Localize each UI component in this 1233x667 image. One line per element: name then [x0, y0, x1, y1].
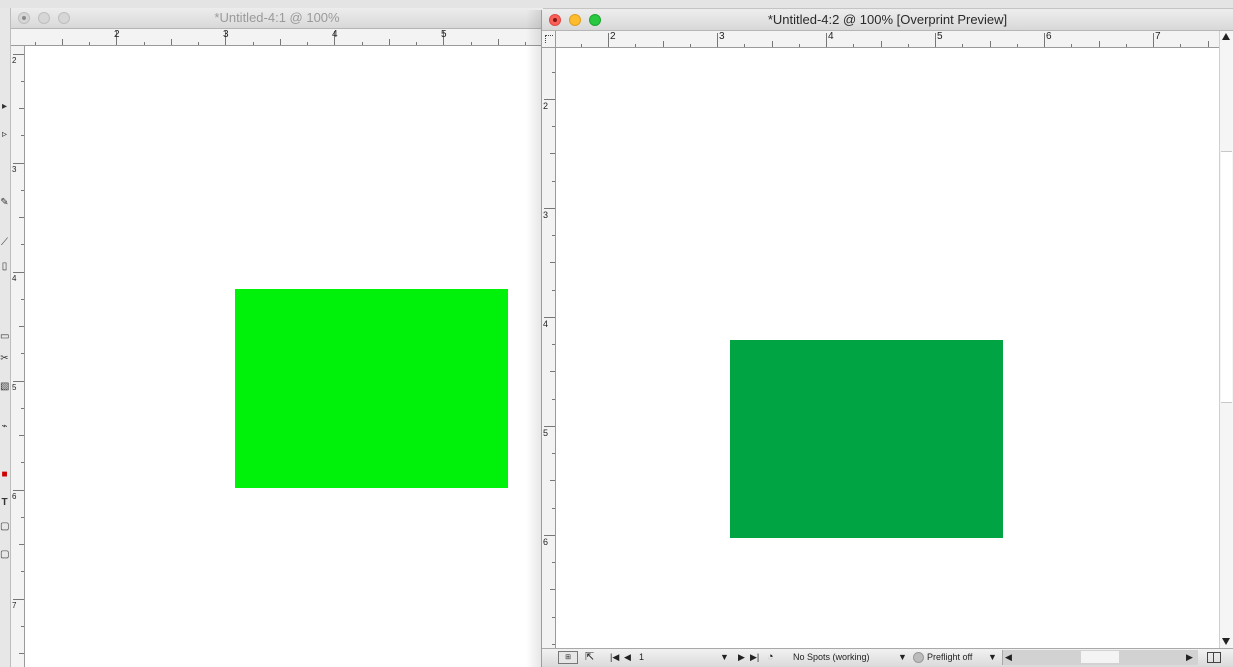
normal-view-mode-icon[interactable]: ▢ [0, 520, 9, 534]
eyedropper-tool-icon[interactable]: ⌁ [0, 420, 9, 434]
ruler-ticks [13, 54, 24, 654]
spots-dropdown-icon[interactable]: ▼ [898, 649, 907, 665]
split-window-icon[interactable] [1207, 652, 1221, 663]
ruler-label: 2 [114, 29, 120, 40]
window-shadow [526, 10, 542, 667]
scroll-right-arrow-icon[interactable]: ▶ [1186, 649, 1193, 665]
preflight-status-icon [913, 652, 924, 663]
last-page-icon[interactable]: ▶| [750, 649, 759, 665]
type-tool-icon[interactable]: T [0, 496, 9, 510]
window-title: *Untitled-4:1 @ 100% [214, 10, 340, 25]
ruler-label: 5 [12, 383, 17, 392]
rectangle-frame-tool-icon[interactable]: ▯ [0, 260, 9, 274]
spots-label: No Spots (working) [793, 652, 870, 662]
ruler-guides-toggle-icon[interactable]: ⊞ [558, 651, 578, 664]
next-page-icon[interactable]: ▶ [738, 649, 745, 665]
scissors-tool-icon[interactable]: ✂ [0, 352, 9, 366]
ruler-label: 4 [332, 29, 338, 40]
ruler-label: 2 [610, 31, 616, 42]
ruler-origin-icon [545, 35, 553, 43]
ruler-label: 6 [543, 537, 549, 547]
document-window-back: *Untitled-4:1 @ 100% 2 3 4 5 2 3 4 5 6 7 [11, 8, 543, 667]
page-number[interactable]: 1 [639, 649, 644, 665]
horizontal-ruler[interactable]: 2 3 4 5 6 7 [556, 31, 1219, 48]
horizontal-ruler[interactable]: 2 3 4 5 [11, 29, 543, 46]
window-title: *Untitled-4:2 @ 100% [Overprint Preview] [767, 12, 1008, 27]
scroll-up-arrow-icon[interactable] [1222, 33, 1230, 40]
previous-page-icon[interactable]: ◀ [624, 649, 631, 665]
ruler-ticks [544, 72, 555, 645]
status-bar: ⊞ ⇱ |◀ ◀ 1 ▼ ▶ ▶| ◔ No Spots (working) ▼… [542, 648, 1233, 667]
document-canvas[interactable] [556, 48, 1219, 651]
document-window-front: *Untitled-4:2 @ 100% [Overprint Preview]… [541, 10, 1233, 667]
window-titlebar[interactable]: *Untitled-4:2 @ 100% [Overprint Preview] [542, 10, 1233, 31]
ruler-label: 4 [12, 274, 17, 283]
first-page-icon[interactable]: |◀ [610, 649, 619, 665]
fill-swatch-icon[interactable]: ■ [0, 468, 9, 482]
ruler-label: 3 [12, 165, 17, 174]
ruler-ticks [35, 31, 526, 45]
ruler-ticks [581, 33, 1209, 47]
page-dropdown-icon[interactable]: ▼ [720, 649, 729, 665]
ruler-label: 6 [1046, 31, 1052, 42]
ruler-label: 3 [543, 210, 549, 220]
ruler-label: 2 [12, 56, 17, 65]
ruler-label: 4 [828, 31, 834, 42]
ruler-label: 2 [543, 101, 549, 111]
direct-select-tool-icon[interactable]: ▹ [0, 128, 9, 142]
preflight-dropdown-icon[interactable]: ▼ [988, 649, 997, 665]
green-rectangle[interactable] [235, 289, 508, 488]
window-titlebar[interactable]: *Untitled-4:1 @ 100% [11, 8, 543, 29]
scroll-down-arrow-icon[interactable] [1222, 638, 1230, 645]
ruler-origin[interactable] [542, 31, 556, 48]
preflight-label[interactable]: Preflight off [927, 649, 972, 665]
ruler-label: 5 [543, 428, 549, 438]
ruler-label: 4 [543, 319, 549, 329]
scroll-left-arrow-icon[interactable]: ◀ [1005, 649, 1012, 665]
green-rectangle[interactable] [730, 340, 1003, 538]
horizontal-scrollbar[interactable]: ◀ ▶ [1002, 650, 1198, 665]
horizontal-scroll-thumb[interactable] [1081, 651, 1119, 663]
vertical-ruler[interactable]: 2 3 4 5 6 [542, 48, 556, 651]
pen-tool-icon[interactable]: ✎ [0, 196, 9, 210]
vertical-scrollbar[interactable] [1219, 31, 1233, 651]
ruler-label: 7 [12, 601, 17, 610]
preview-view-mode-icon[interactable]: ▢ [0, 548, 9, 562]
clock-icon[interactable]: ◔ [767, 649, 774, 665]
scroll-thumb[interactable] [1221, 151, 1232, 403]
ruler-label: 3 [719, 31, 725, 42]
rectangle-tool-icon[interactable]: ▭ [0, 330, 9, 344]
vertical-ruler[interactable]: 2 3 4 5 6 7 [11, 46, 25, 667]
ruler-label: 6 [12, 492, 17, 501]
ruler-label: 5 [937, 31, 943, 42]
open-page-icon[interactable]: ⇱ [585, 649, 594, 665]
ruler-label: 3 [223, 29, 229, 40]
tools-panel: ▸ ▹ ✎ ⟋ ▯ ▭ ✂ ▧ ⌁ ■ T ▢ ▢ [0, 8, 11, 667]
document-canvas[interactable] [25, 46, 543, 667]
selection-tool-icon[interactable]: ▸ [0, 100, 9, 114]
ruler-label: 5 [441, 29, 447, 40]
split-divider [1213, 653, 1214, 662]
gradient-tool-icon[interactable]: ▧ [0, 380, 9, 394]
pencil-tool-icon[interactable]: ⟋ [0, 236, 9, 250]
ruler-label: 7 [1155, 31, 1161, 42]
